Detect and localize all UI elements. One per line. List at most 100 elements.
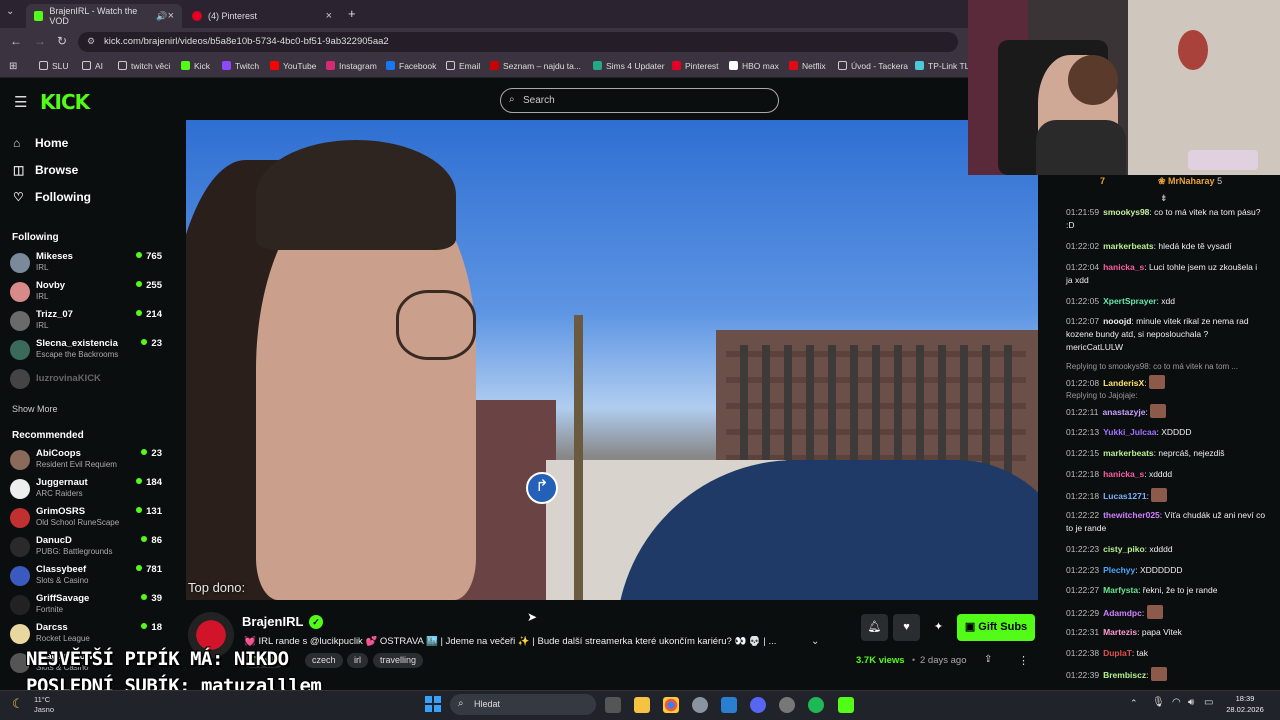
tab-kick[interactable]: BrajenIRL - Watch the VOD 🔊 × [26, 4, 182, 28]
chat-username[interactable]: LanderisX [1103, 378, 1144, 388]
sidebar-channel[interactable]: Mikeses IRL 765 [10, 250, 162, 278]
sidebar-channel[interactable]: DanucD PUBG: Battlegrounds 86 [10, 534, 162, 562]
chat-username[interactable]: Lucas1271 [1103, 491, 1146, 501]
sidebar-channel[interactable]: luzrovinaKICK [10, 366, 162, 394]
top-gifter[interactable]: ❀ MrNaharay 5 [1158, 176, 1222, 187]
nav-browse[interactable]: ◫ Browse [13, 163, 78, 177]
photos-icon[interactable] [721, 697, 737, 713]
chat-message[interactable]: 01:22:11 anastazyje: [1066, 404, 1266, 419]
sidebar-channel[interactable]: AbiCoops Resident Evil Requiem 23 [10, 447, 162, 475]
channel-name[interactable]: BrajenIRL [242, 614, 303, 629]
bookmark-email[interactable]: Email [446, 61, 480, 71]
sparkle-button[interactable]: ✦ [925, 614, 952, 641]
chat-message[interactable]: 01:22:39 Brembiscz: [1066, 667, 1266, 682]
bookmark-seznam[interactable]: Seznam – najdu ta... [490, 61, 581, 71]
task-view-icon[interactable] [605, 697, 621, 713]
more-options-icon[interactable]: ⋮ [1018, 654, 1029, 667]
bookmark-slu[interactable]: SLU [39, 61, 69, 71]
windows-start-icon[interactable] [425, 696, 441, 712]
weather-widget[interactable]: 11°C Jasno [34, 695, 54, 715]
nav-following[interactable]: ♡ Following [13, 190, 91, 204]
chat-username[interactable]: DuplaT [1103, 648, 1132, 658]
chat-message[interactable]: 01:22:02 markerbeats: hledá kde tě vysadí [1066, 240, 1266, 253]
chat-username[interactable]: smookys98 [1103, 207, 1149, 217]
bookmark-facebook[interactable]: Facebook [386, 61, 436, 71]
file-explorer-icon[interactable] [634, 697, 650, 713]
chat-username[interactable]: Martezis [1103, 627, 1137, 637]
chat-message[interactable]: 01:21:59 smookys98: co to má vitek na tom… [1066, 206, 1266, 232]
bookmark-twitch[interactable]: Twitch [222, 61, 259, 71]
video-player[interactable]: ↱ [186, 120, 1038, 600]
pinned-toggle-icon[interactable]: ⇟ [1160, 193, 1168, 204]
audio-icon[interactable]: 🔊 [156, 11, 167, 22]
chat-username[interactable]: nooojd [1103, 316, 1131, 326]
chat-message[interactable]: 01:22:15 markerbeats: neprcáš, nejezdiš [1066, 447, 1266, 460]
follow-heart-button[interactable]: ♥ [893, 614, 920, 641]
system-clock[interactable]: 18:39 28.02.2026 [1222, 693, 1268, 715]
chat-username[interactable]: markerbeats [1103, 241, 1154, 251]
chat-username[interactable]: Brembiscz [1103, 670, 1146, 680]
bookmark-kick[interactable]: Kick [181, 61, 210, 71]
chat-message[interactable]: 01:22:27 Marfysta: řekni, že to je rande [1066, 584, 1266, 597]
notifications-bell-button[interactable]: 🔔︎ [861, 614, 888, 641]
bookmark-tackera[interactable]: Úvod - Tackera [838, 61, 908, 71]
chat-message[interactable]: 01:22:38 DuplaT: tak [1066, 647, 1266, 660]
spotify-icon[interactable] [808, 697, 824, 713]
kick-app-icon[interactable] [838, 697, 854, 713]
microphone-icon[interactable]: 🎙︎ [1152, 697, 1165, 708]
weather-moon-icon[interactable]: ☾ [12, 696, 24, 712]
chat-reply-context[interactable]: Replying to smookys98: co to má vitek na… [1066, 362, 1266, 371]
chat-username[interactable]: anastazyje [1102, 407, 1145, 417]
bookmark-twitch-veci[interactable]: twitch věci [118, 61, 170, 71]
chat-username[interactable]: thewitcher025 [1103, 510, 1160, 520]
chat-message[interactable]: 01:22:13 Yukki_Julcaa: XDDDD [1066, 426, 1266, 439]
chat-reply-context[interactable]: Replying to Jajojaje: [1066, 391, 1266, 400]
tray-chevron-icon[interactable]: ⌃ [1130, 698, 1138, 709]
chat-username[interactable]: Plechyy [1103, 565, 1135, 575]
chat-message[interactable]: 01:22:07 nooojd: minule vitek rikal ze ne… [1066, 315, 1266, 354]
sidebar-channel[interactable]: Slecna_existencia Escape the Backrooms 23 [10, 337, 162, 365]
app-icon[interactable] [779, 697, 795, 713]
chat-message[interactable]: 01:22:23 cisty_piko: xdddd [1066, 543, 1266, 556]
sidebar-channel[interactable]: Trizz_07 IRL 214 [10, 308, 162, 336]
chat-username[interactable]: hanicka_s [1103, 262, 1144, 272]
share-icon[interactable]: ⇪ [984, 654, 992, 665]
chat-message[interactable]: 01:22:18 hanicka_s: xdddd [1066, 468, 1266, 481]
back-icon[interactable]: ← [10, 34, 22, 48]
wifi-icon[interactable]: ◠ [1172, 697, 1181, 708]
bookmark-youtube[interactable]: YouTube [270, 61, 316, 71]
sidebar-channel[interactable]: Classybeef Slots & Casino 781 [10, 563, 162, 591]
chat-username[interactable]: hanicka_s [1103, 469, 1144, 479]
apps-icon[interactable]: ⊞ [9, 61, 17, 72]
chat-username[interactable]: XpertSprayer [1103, 296, 1156, 306]
show-more-link[interactable]: Show More [12, 404, 58, 414]
gift-subs-button[interactable]: ▣ Gift Subs [957, 614, 1035, 641]
chat-message[interactable]: 01:22:08 LanderisX: [1066, 375, 1266, 390]
bookmark-sims[interactable]: Sims 4 Updater [593, 61, 665, 71]
chat-message[interactable]: 01:22:22 thewitcher025: Víťa chudák už an… [1066, 509, 1266, 535]
chat-message[interactable]: 01:22:29 Adamdpc: [1066, 605, 1266, 620]
sidebar-channel[interactable]: GriffSavage Fortnite 39 [10, 592, 162, 620]
menu-icon[interactable]: ☰ [14, 93, 27, 111]
reload-icon[interactable]: ↻ [57, 34, 67, 48]
sidebar-channel[interactable]: Novby IRL 255 [10, 279, 162, 307]
url-input[interactable]: ⚙ kick.com/brajenirl/videos/b5a8e10b-573… [78, 32, 958, 52]
expand-title-chevron-icon[interactable]: ⌄ [811, 636, 819, 647]
battery-icon[interactable]: ▭ [1204, 697, 1213, 708]
chat-username[interactable]: Adamdpc [1103, 608, 1142, 618]
taskbar-search[interactable]: ⌕ Hledat [450, 694, 596, 715]
settings-icon[interactable] [692, 697, 708, 713]
close-tab-icon[interactable]: × [326, 10, 332, 22]
bookmark-netflix[interactable]: Netflix [789, 61, 826, 71]
chat-message[interactable]: 01:22:31 Martezis: papa Vitek [1066, 626, 1266, 639]
forward-icon[interactable]: → [34, 34, 46, 48]
tag-czech[interactable]: czech [305, 653, 343, 668]
discord-icon[interactable] [750, 697, 766, 713]
tab-pinterest[interactable]: (4) Pinterest × [184, 4, 340, 28]
tab-list-chevron-icon[interactable]: ⌄ [6, 6, 14, 17]
bookmark-ai[interactable]: AI [82, 61, 103, 71]
bookmark-hbo[interactable]: HBO max [729, 61, 779, 71]
chat-username[interactable]: Marfysta [1103, 585, 1138, 595]
bookmark-tplink[interactable]: TP-Link TL [915, 61, 969, 71]
chat-username[interactable]: markerbeats [1103, 448, 1154, 458]
